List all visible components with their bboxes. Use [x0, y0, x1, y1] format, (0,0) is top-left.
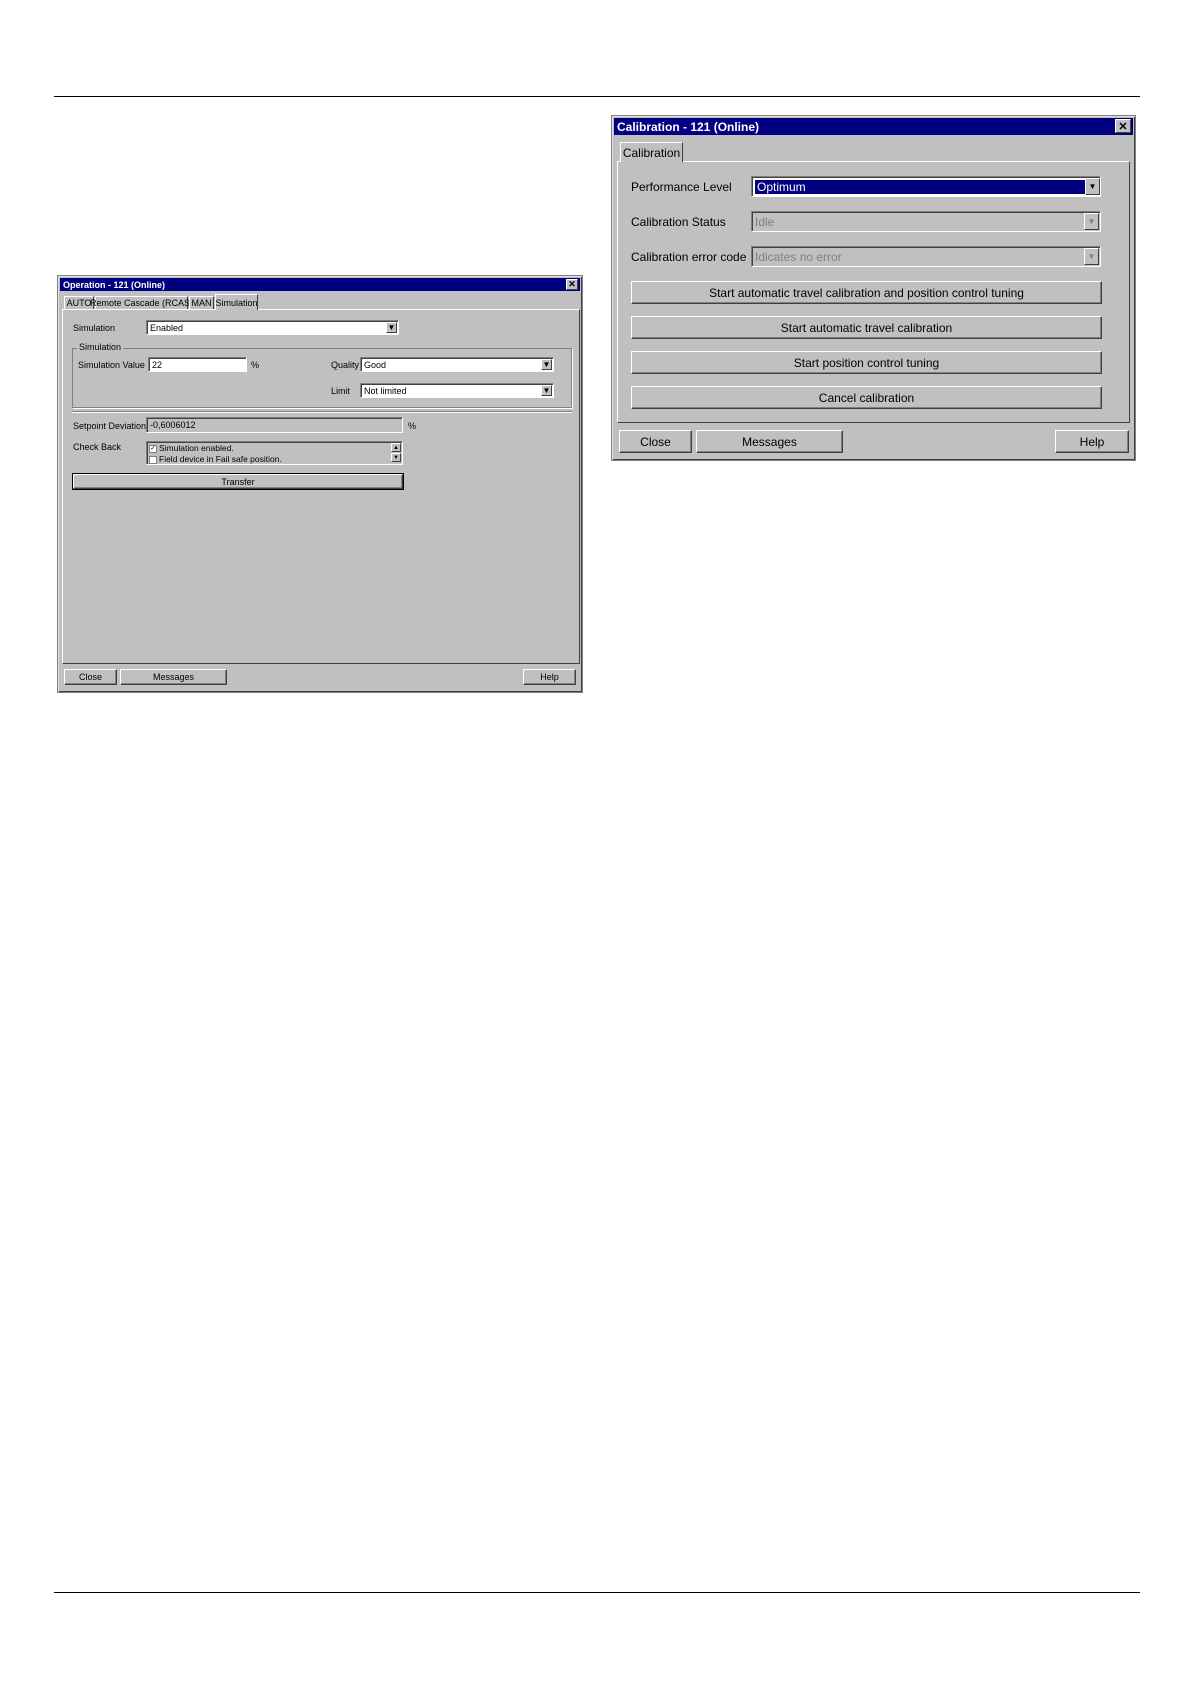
simulation-value-unit: %	[251, 360, 260, 370]
operation-titlebar[interactable]: Operation - 121 (Online) ✕	[60, 278, 580, 291]
simulation-value-input[interactable]: 22	[148, 357, 247, 372]
start-travel-calibration-button[interactable]: Start automatic travel calibration	[631, 316, 1102, 339]
header-rule	[54, 96, 1140, 97]
calibration-messages-button[interactable]: Messages	[696, 430, 843, 453]
calibration-close-button[interactable]: Close	[619, 430, 692, 453]
transfer-button[interactable]: Transfer	[72, 473, 404, 490]
tab-man[interactable]: MAN	[189, 296, 214, 309]
list-item: Field device in Fail safe position.	[149, 454, 400, 464]
calibration-status-select: Idle ▼	[751, 211, 1101, 232]
operation-messages-button[interactable]: Messages	[120, 669, 227, 685]
calibration-titlebar[interactable]: Calibration - 121 (Online) ✕	[614, 118, 1133, 135]
checkbox-unchecked-icon	[149, 455, 157, 464]
chevron-down-icon: ▼	[1084, 213, 1099, 230]
operation-close-icon[interactable]: ✕	[566, 279, 578, 290]
scroll-down-icon[interactable]: ▼	[391, 453, 401, 462]
tab-remote-cascade[interactable]: Remote Cascade (RCAS)	[90, 296, 193, 309]
checkbox-checked-icon: ✓	[149, 444, 157, 453]
chevron-down-icon[interactable]: ▼	[541, 385, 552, 396]
calibration-status-label: Calibration Status	[631, 215, 726, 229]
check-back-list[interactable]: ✓ Simulation enabled. Field device in Fai…	[146, 441, 403, 465]
calibration-title: Calibration - 121 (Online)	[617, 119, 760, 134]
simulation-value-label: Simulation Value	[78, 360, 145, 370]
simulation-select[interactable]: Enabled ▼	[146, 320, 399, 335]
simulation-group-title: Simulation	[77, 342, 124, 352]
tab-simulation[interactable]: Simulation	[215, 294, 258, 310]
operation-window: Operation - 121 (Online) ✕ AUTO Remote C…	[57, 275, 583, 693]
operation-close-button[interactable]: Close	[64, 669, 117, 685]
chevron-down-icon: ▼	[1084, 248, 1099, 265]
scroll-up-icon[interactable]: ▲	[391, 443, 401, 452]
quality-label: Quality	[331, 360, 360, 370]
calibration-error-select: Idicates no error ▼	[751, 246, 1101, 267]
performance-level-label: Performance Level	[631, 180, 732, 194]
setpoint-deviation-unit: %	[408, 421, 417, 431]
limit-select[interactable]: Not limited ▼	[360, 383, 554, 398]
calibration-help-button[interactable]: Help	[1055, 430, 1129, 453]
operation-separator	[72, 411, 572, 413]
chevron-down-icon[interactable]: ▼	[386, 322, 397, 333]
calibration-error-label: Calibration error code	[631, 250, 747, 264]
chevron-down-icon[interactable]: ▼	[541, 359, 552, 370]
start-calibration-and-tuning-button[interactable]: Start automatic travel calibration and p…	[631, 281, 1102, 304]
footer-rule	[54, 1592, 1140, 1593]
performance-level-select[interactable]: Optimum ▼	[751, 176, 1101, 197]
calibration-window: Calibration - 121 (Online) ✕ Calibration…	[611, 115, 1136, 461]
calibration-close-icon[interactable]: ✕	[1115, 119, 1131, 133]
cancel-calibration-button[interactable]: Cancel calibration	[631, 386, 1102, 409]
operation-title: Operation - 121 (Online)	[63, 279, 166, 290]
operation-help-button[interactable]: Help	[523, 669, 576, 685]
check-back-label: Check Back	[73, 442, 122, 452]
setpoint-deviation-field: -0,6006012	[146, 417, 403, 433]
limit-label: Limit	[331, 386, 351, 396]
chevron-down-icon[interactable]: ▼	[1085, 178, 1100, 195]
list-item: ✓ Simulation enabled.	[149, 443, 234, 453]
setpoint-deviation-label: Setpoint Deviation	[73, 421, 147, 431]
start-position-control-tuning-button[interactable]: Start position control tuning	[631, 351, 1102, 374]
simulation-label: Simulation	[73, 323, 116, 333]
tab-calibration[interactable]: Calibration	[620, 142, 683, 162]
quality-select[interactable]: Good ▼	[360, 357, 554, 372]
